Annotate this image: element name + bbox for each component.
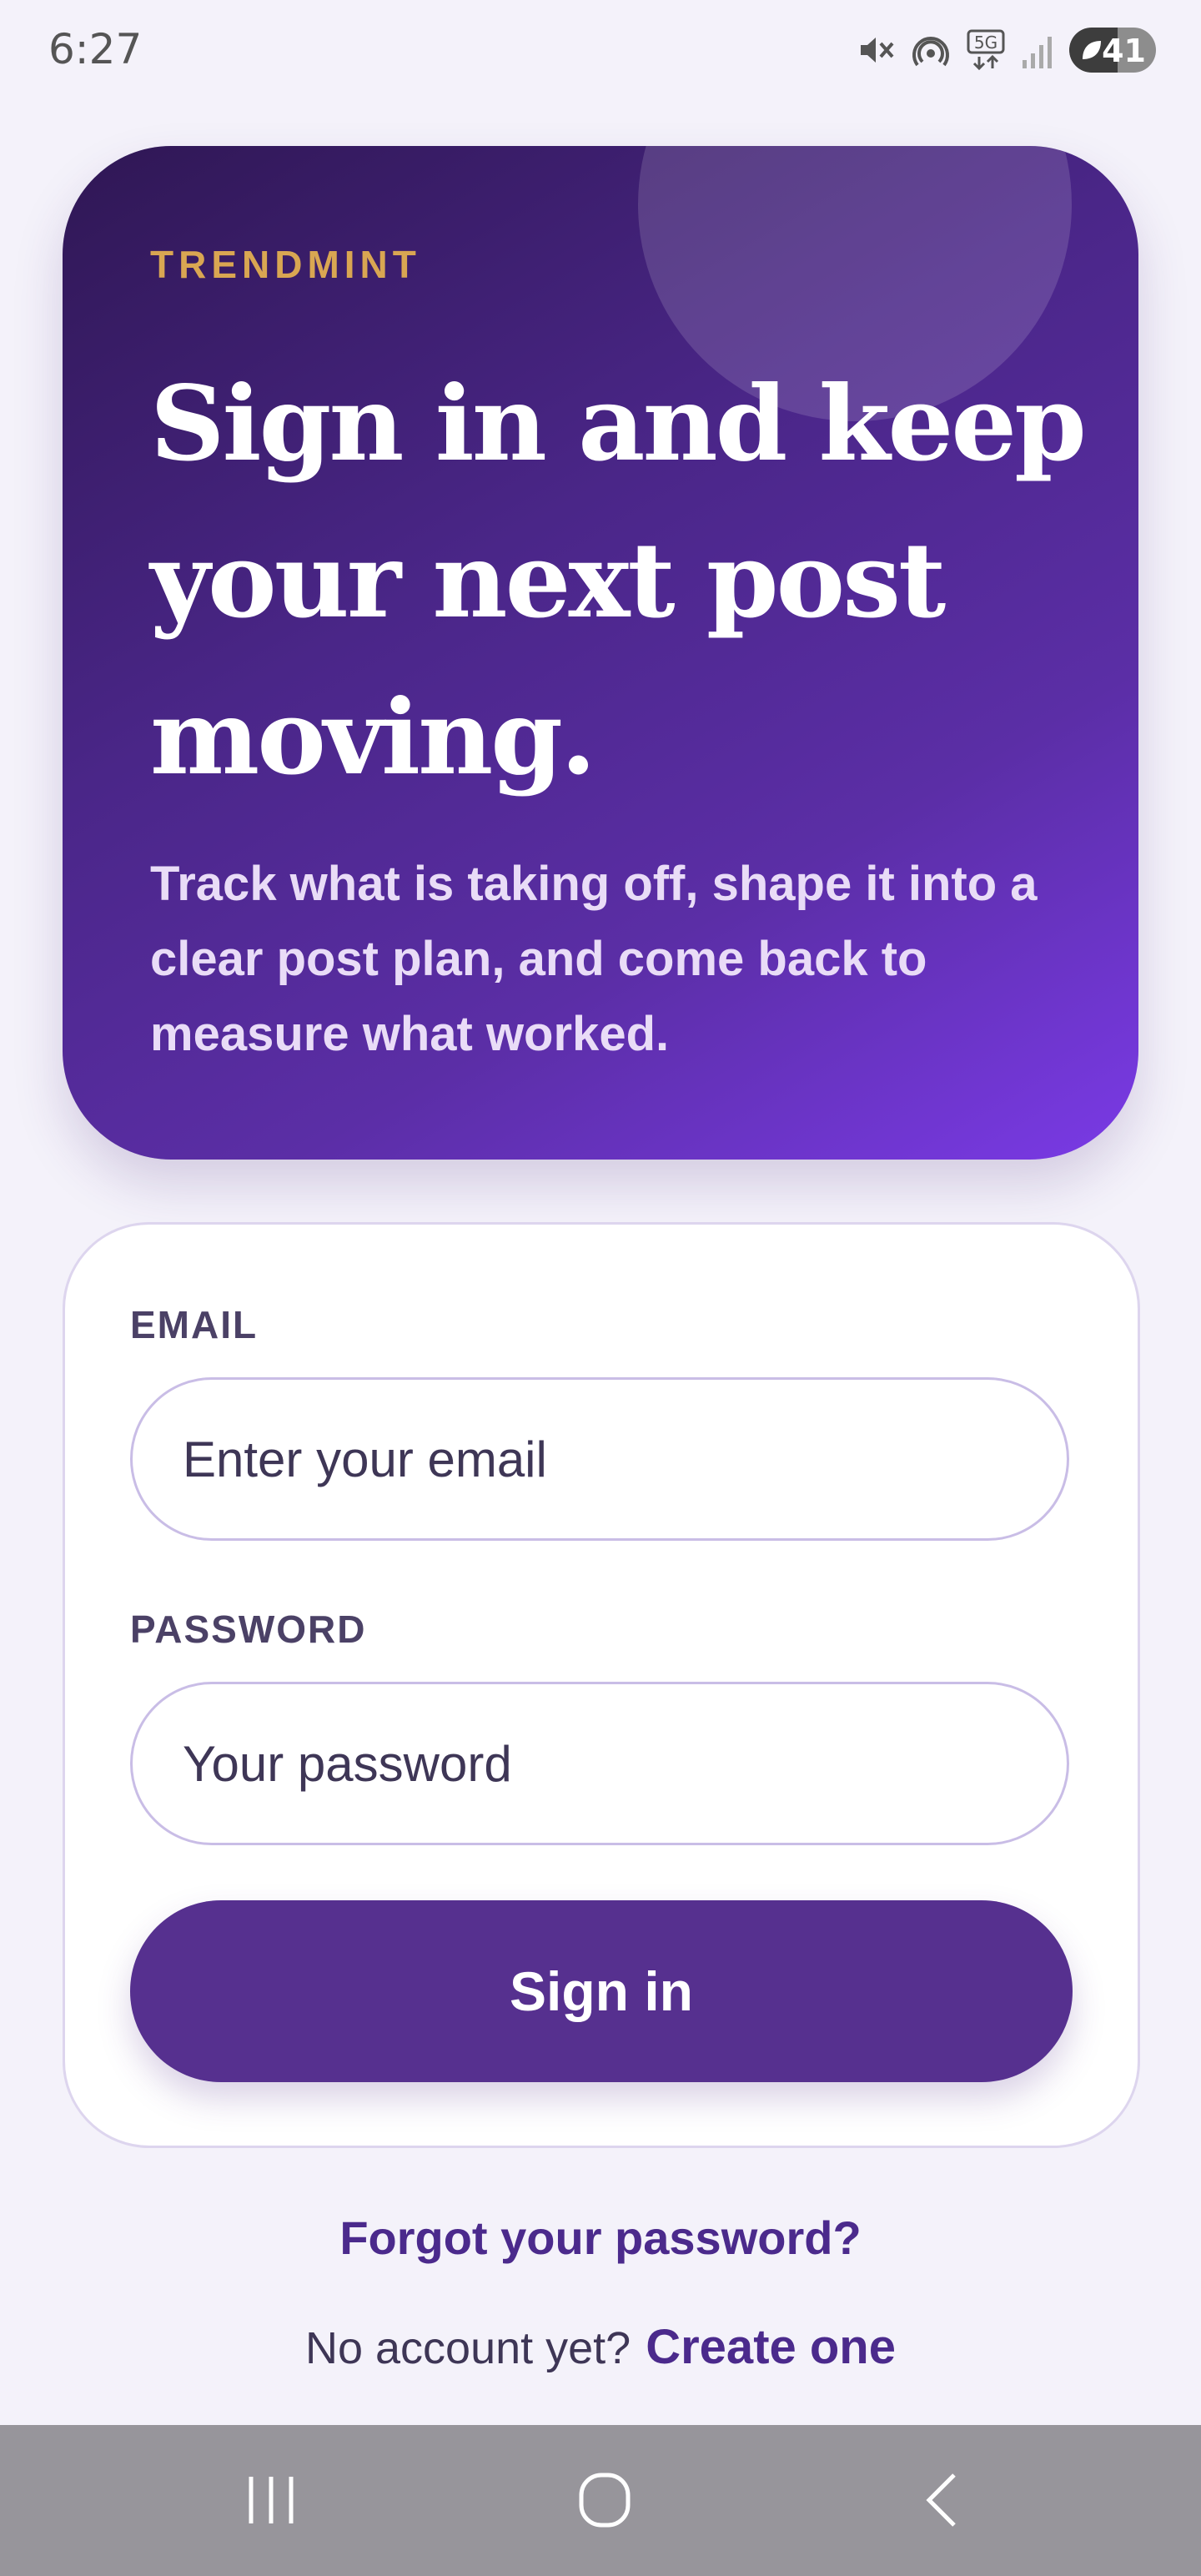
recent-apps-button[interactable]: [229, 2467, 313, 2533]
forgot-password-link[interactable]: Forgot your password?: [0, 2211, 1201, 2265]
status-time: 6:27: [48, 25, 143, 73]
network-5g-icon: 5G: [966, 28, 1006, 72]
back-button[interactable]: [901, 2467, 984, 2533]
status-icons: 5G 41: [856, 25, 1156, 75]
mute-icon: [856, 30, 896, 70]
hero-title: Sign in and keep your next post moving.: [150, 364, 1087, 798]
hero-subtitle: Track what is taking off, shape it into …: [150, 857, 1038, 1061]
power-saving-icon: [1083, 41, 1101, 59]
status-bar: 6:27 5G 41: [0, 0, 1201, 100]
signin-form-card: EMAIL PASSWORD Sign in: [63, 1222, 1140, 2148]
create-account-row: No account yet? Create one: [0, 2319, 1201, 2375]
home-icon: [579, 2473, 631, 2528]
back-icon: [926, 2473, 956, 2527]
recent-apps-icon: [249, 2477, 294, 2523]
hotspot-icon: [911, 30, 951, 70]
battery-level: 41: [1102, 33, 1146, 69]
navigation-bar: [0, 2425, 1201, 2576]
hero-banner: TRENDMINT Sign in and keep your next pos…: [63, 146, 1138, 1160]
create-account-link[interactable]: Create one: [646, 2320, 896, 2374]
password-label: PASSWORD: [130, 1607, 367, 1651]
email-label: EMAIL: [130, 1303, 259, 1346]
network-label: 5G: [974, 33, 997, 53]
battery-indicator: 41: [1069, 28, 1156, 73]
sign-in-button[interactable]: Sign in: [130, 1900, 1073, 2082]
password-field[interactable]: [130, 1682, 1069, 1845]
signal-icon: [1021, 30, 1054, 70]
brand-name: TRENDMINT: [150, 243, 421, 286]
home-button[interactable]: [563, 2467, 646, 2533]
no-account-text: No account yet?: [304, 2323, 631, 2373]
email-field[interactable]: [130, 1377, 1069, 1541]
